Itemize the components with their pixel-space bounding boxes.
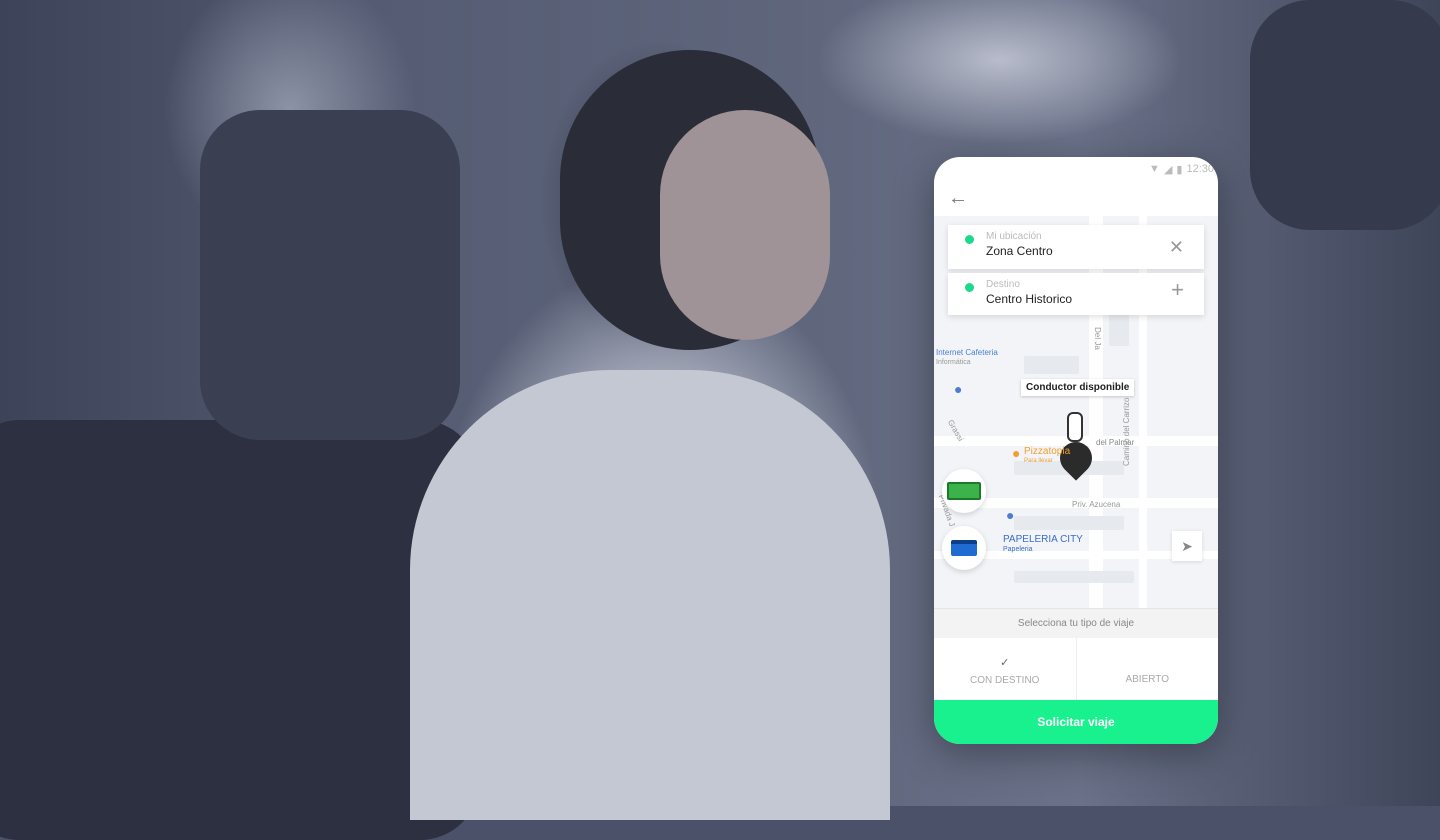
wifi-icon: ▼ [1149,163,1160,175]
map-label-street: Priv. Azucena [1072,500,1121,509]
cash-payment-button[interactable] [942,469,986,513]
status-time: 12:30 [1186,163,1214,175]
pizza-pin-icon: ● [1012,445,1021,461]
status-bar: ▼ ◢ ▮ 12:30 [934,157,1218,181]
map-label-street: Del Ja [1092,327,1102,350]
trip-type-con-destino[interactable]: ✓ CON DESTINO [934,638,1076,700]
map-label-cafe-sub: Informática [936,359,971,366]
car-seat-back [200,110,460,440]
card-payment-button[interactable] [942,526,986,570]
phone-mockup: ▼ ◢ ▮ 12:30 ← Internet Cafeteria Informá… [934,157,1218,744]
map-label-cafe: Internet Cafeteria [936,348,998,357]
destination-pin-icon [965,283,974,292]
cafe-pin-icon: ● [954,381,963,397]
check-icon: ✓ [1000,657,1010,669]
headrest [1250,0,1440,230]
signal-icon: ◢ [1163,163,1173,176]
credit-card-icon [951,540,977,556]
car-seat [0,420,480,840]
woman-shirt [410,370,890,820]
request-trip-button[interactable]: Solicitar viaje [934,700,1218,744]
map-label-papeleria-sub: Papeleria [1003,546,1033,553]
navigation-arrow-icon: ➤ [1181,538,1193,554]
cash-icon [947,482,981,500]
papeleria-pin-icon: ● [1006,507,1015,523]
origin-field[interactable]: Mi ubicación Zona Centro ✕ [948,225,1204,269]
map-label-pizza: Pizzatopia [1024,446,1071,457]
back-arrow-icon[interactable]: ← [948,187,968,210]
trip-type-abierto[interactable]: ABIERTO [1075,638,1219,700]
map-label-street: Camino del Carrizo [1122,397,1131,466]
car-icon [1067,412,1083,442]
destination-field[interactable]: Destino Centro Historico + [948,273,1204,315]
origin-dot-icon [965,235,974,244]
map-label-papeleria: PAPELERIA CITY [1003,534,1083,545]
driver-tooltip: Conductor disponible [1021,379,1135,396]
add-stop-icon[interactable]: + [1171,277,1184,303]
trip-type-label: CON DESTINO [970,675,1040,686]
trip-type-label: ABIERTO [1125,674,1170,685]
locate-me-button[interactable]: ➤ [1172,531,1202,561]
map-label-pizza-sub: Para llevar [1024,458,1053,464]
battery-icon: ▮ [1176,163,1183,176]
clear-icon[interactable]: ✕ [1169,237,1184,258]
trip-type-prompt: Selecciona tu tipo de viaje [934,608,1218,638]
woman-face [660,110,830,340]
